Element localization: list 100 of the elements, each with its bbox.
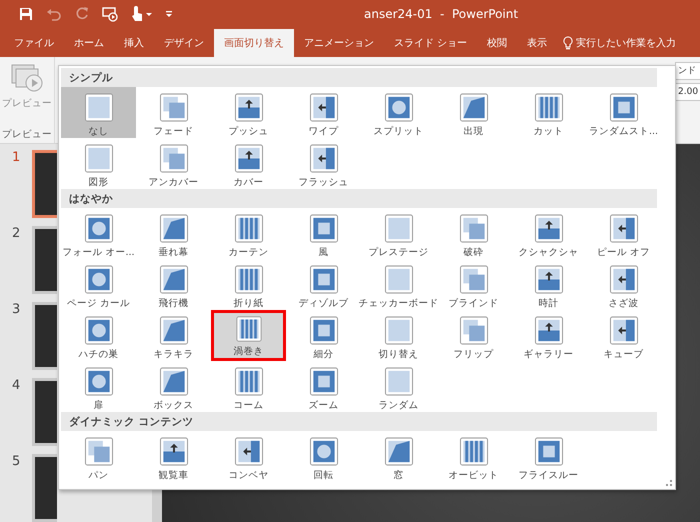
transition-option[interactable]: 垂れ幕: [136, 208, 211, 259]
transition-icon: [384, 214, 414, 243]
transition-option[interactable]: なし: [61, 87, 136, 138]
transition-option[interactable]: ページ カール: [61, 259, 136, 310]
slideshow-button[interactable]: [102, 6, 118, 22]
transition-icon: [308, 367, 338, 396]
transition-option[interactable]: ブラインド: [436, 259, 511, 310]
transition-option[interactable]: ハチの巣: [61, 310, 136, 361]
transition-option[interactable]: 図形: [61, 138, 136, 189]
section-header: はなやか: [61, 189, 657, 208]
transition-option[interactable]: チェッカーボード: [361, 259, 436, 310]
transition-option[interactable]: 回転: [286, 431, 361, 482]
transition-option[interactable]: キューブ: [586, 310, 661, 361]
transition-option[interactable]: 細分: [286, 310, 361, 361]
transition-icon: [308, 214, 338, 243]
transition-option[interactable]: 扉: [61, 361, 136, 412]
transition-option[interactable]: オービット: [436, 431, 511, 482]
resize-grip[interactable]: [666, 480, 672, 486]
ribbon-tab[interactable]: 挿入: [114, 29, 154, 58]
transition-option[interactable]: 渦巻き: [211, 310, 286, 361]
transition-option[interactable]: フォール オー...: [61, 208, 136, 259]
slide-thumbnail[interactable]: [32, 378, 57, 446]
transition-option[interactable]: フリップ: [436, 310, 511, 361]
ribbon-tab[interactable]: アニメーション: [294, 29, 384, 58]
save-button[interactable]: [18, 6, 34, 22]
window-title: anser24-01 - PowerPoint: [364, 6, 518, 21]
ribbon-field[interactable]: 2.00: [675, 83, 700, 102]
transition-icon: [234, 437, 264, 466]
ribbon-tab[interactable]: 画面切り替え: [214, 29, 294, 58]
transition-option[interactable]: フライスルー: [511, 431, 586, 482]
transition-icon: [234, 265, 264, 294]
transition-option[interactable]: カバー: [211, 138, 286, 189]
transition-option[interactable]: フェード: [136, 87, 211, 138]
transition-icon: [458, 437, 488, 466]
transition-option[interactable]: アンカバー: [136, 138, 211, 189]
tell-me-field[interactable]: 実行したい作業を入力: [576, 36, 676, 50]
transition-option[interactable]: ワイプ: [286, 87, 361, 138]
transition-icon: [84, 93, 114, 122]
transition-icon: [458, 316, 488, 345]
transition-icon: [608, 93, 638, 122]
transition-option[interactable]: パン: [61, 431, 136, 482]
transition-icon: [534, 437, 564, 466]
transition-icon: [384, 367, 414, 396]
transition-icon: [384, 265, 414, 294]
ribbon-field[interactable]: ンド: [675, 62, 700, 80]
transition-icon: [458, 214, 488, 243]
transition-option[interactable]: 観覧車: [136, 431, 211, 482]
transition-option[interactable]: ギャラリー: [511, 310, 586, 361]
transition-option[interactable]: キラキラ: [136, 310, 211, 361]
transition-icon: [234, 93, 264, 122]
touch-button[interactable]: [130, 6, 154, 22]
section-header: ダイナミック コンテンツ: [61, 412, 657, 431]
transition-icon: [84, 367, 114, 396]
transition-option[interactable]: コンベヤ: [211, 431, 286, 482]
transition-option[interactable]: 切り替え: [361, 310, 436, 361]
slide-number: 3: [12, 302, 20, 317]
transition-option[interactable]: カット: [511, 87, 586, 138]
slide-number: 2: [12, 226, 20, 241]
transition-icon: [158, 214, 188, 243]
transition-icon: [534, 265, 564, 294]
transition-option[interactable]: 窓: [361, 431, 436, 482]
transition-icon: [608, 265, 638, 294]
transition-option[interactable]: 折り紙: [211, 259, 286, 310]
transition-option[interactable]: フラッシュ: [286, 138, 361, 189]
transition-icon: [234, 144, 264, 173]
transition-option[interactable]: クシャクシャ: [511, 208, 586, 259]
transition-option[interactable]: ズーム: [286, 361, 361, 412]
ribbon-tab[interactable]: ファイル: [4, 29, 64, 58]
transition-option[interactable]: 時計: [511, 259, 586, 310]
transition-option[interactable]: プッシュ: [211, 87, 286, 138]
redo-icon: [74, 6, 90, 22]
ribbon-tab[interactable]: 表示: [517, 29, 558, 58]
customize-icon: [166, 10, 172, 17]
transition-icon: [458, 93, 488, 122]
transition-icon: [308, 316, 338, 345]
transition-option[interactable]: ボックス: [136, 361, 211, 412]
transition-option[interactable]: スプリット: [361, 87, 436, 138]
slide-number: 4: [12, 378, 20, 393]
transition-icon: [308, 265, 338, 294]
transition-option[interactable]: ランダムスト...: [586, 87, 661, 138]
transition-option[interactable]: 出現: [436, 87, 511, 138]
transition-option[interactable]: ピール オフ: [586, 208, 661, 259]
transition-option[interactable]: さざ波: [586, 259, 661, 310]
ribbon-tab[interactable]: 校閲: [477, 29, 518, 58]
slide-thumbnail[interactable]: [32, 150, 57, 218]
transition-option[interactable]: コーム: [211, 361, 286, 412]
transition-option[interactable]: 破砕: [436, 208, 511, 259]
ribbon-tab[interactable]: ホーム: [64, 29, 114, 58]
transition-option[interactable]: 飛行機: [136, 259, 211, 310]
transition-option[interactable]: ランダム: [361, 361, 436, 412]
transition-option[interactable]: プレステージ: [361, 208, 436, 259]
ribbon-tab[interactable]: デザイン: [154, 29, 214, 58]
ribbon-tab[interactable]: スライド ショー: [384, 29, 478, 58]
slide-thumbnail[interactable]: [32, 226, 57, 294]
transition-icon: [158, 144, 188, 173]
slide-thumbnail[interactable]: [32, 454, 57, 522]
transition-option[interactable]: 風: [286, 208, 361, 259]
transition-option[interactable]: カーテン: [211, 208, 286, 259]
slide-thumbnail[interactable]: [32, 302, 57, 370]
customize-button[interactable]: [166, 10, 172, 17]
